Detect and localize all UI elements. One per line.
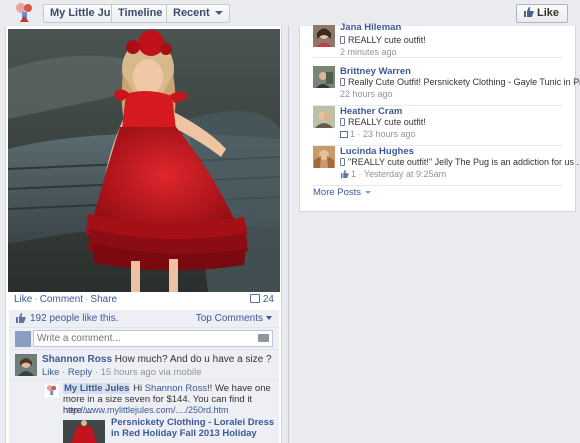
reply-author-name[interactable]: My Little Jules bbox=[63, 383, 131, 394]
feed-text: "REALLY cute outfit!" Jelly The Pug is a… bbox=[340, 157, 580, 167]
thumbs-up-icon bbox=[340, 170, 349, 178]
top-comments-label: Top Comments bbox=[195, 313, 263, 324]
shared-link-title[interactable]: Persnickety Clothing - Loralei Dress in … bbox=[111, 417, 277, 439]
chevron-down-icon bbox=[266, 316, 272, 321]
feed-text-value: Really Cute Outfit! Persnickety Clothing… bbox=[348, 77, 580, 87]
top-comments-dropdown[interactable]: Top Comments bbox=[196, 310, 272, 328]
avatar[interactable] bbox=[313, 66, 335, 88]
thumbs-up-icon bbox=[16, 313, 26, 323]
timeline-label: Timeline bbox=[118, 7, 163, 19]
action-separator: · bbox=[34, 294, 38, 305]
share-post-link[interactable]: Share bbox=[90, 294, 117, 305]
divider bbox=[313, 185, 563, 186]
feed-author[interactable]: Lucinda Hughes bbox=[340, 146, 414, 157]
action-separator: · bbox=[85, 294, 89, 305]
post-actions: Like · Comment · Share 24 bbox=[14, 294, 274, 308]
comment-post-link[interactable]: Comment bbox=[40, 294, 83, 305]
feed-meta: 1 · Yesterday at 9:25am bbox=[340, 169, 446, 179]
like-post-link[interactable]: Like bbox=[14, 294, 32, 305]
comment-icon bbox=[249, 294, 260, 303]
feed-item: Lucinda Hughes "REALLY cute outfit!" Jel… bbox=[300, 146, 580, 186]
recent-dropdown[interactable]: Recent bbox=[166, 4, 230, 23]
shared-link-thumbnail[interactable] bbox=[63, 420, 105, 443]
comment-icon bbox=[340, 131, 348, 138]
feed-text: REALLY cute outfit! bbox=[340, 117, 426, 127]
avatar[interactable] bbox=[313, 146, 335, 168]
comment-count[interactable]: 24 bbox=[249, 294, 274, 305]
comment-text: How much? And do u have a size ? bbox=[112, 354, 272, 365]
comment-input[interactable] bbox=[33, 330, 273, 347]
more-posts-link[interactable]: More Posts bbox=[313, 187, 372, 198]
post-photo[interactable] bbox=[8, 29, 280, 292]
avatar[interactable] bbox=[15, 354, 37, 376]
commenter-name[interactable]: Shannon Ross bbox=[42, 354, 112, 365]
avatar bbox=[15, 331, 31, 347]
feed-item: Heather Cram REALLY cute outfit! 1 · 23 … bbox=[300, 106, 577, 146]
comment-body: Shannon Ross How much? And do u have a s… bbox=[42, 354, 277, 365]
likes-count-link[interactable]: 192 people like this. bbox=[30, 313, 118, 324]
comment-timestamp: · 15 hours ago via mobile bbox=[92, 367, 202, 378]
feed-text-value: REALLY cute outfit! bbox=[348, 35, 426, 45]
feed-text: REALLY cute outfit! bbox=[340, 35, 426, 45]
like-page-button[interactable]: Like bbox=[515, 4, 568, 23]
comment-reply-link[interactable]: Reply bbox=[68, 367, 92, 378]
column-divider bbox=[288, 26, 289, 443]
attachment-icon bbox=[340, 158, 345, 166]
feed-meta: 22 hours ago bbox=[340, 89, 393, 99]
page-avatar[interactable] bbox=[45, 384, 59, 398]
likes-summary: 192 people like this. Top Comments bbox=[9, 310, 279, 328]
feed-meta: 2 minutes ago bbox=[340, 47, 397, 57]
feed-text-value: REALLY cute outfit! bbox=[348, 117, 426, 127]
reply-url-link[interactable]: http://www.mylittlejules.com/..../250rd.… bbox=[63, 405, 229, 415]
attachment-icon bbox=[340, 118, 345, 126]
feed-text-value: "REALLY cute outfit!" Jelly The Pug is a… bbox=[348, 157, 580, 167]
chevron-down-icon bbox=[214, 11, 223, 16]
page-toolbar: My Little Jules Timeline Recent Like bbox=[0, 0, 580, 26]
more-posts-label: More Posts bbox=[313, 187, 362, 198]
camera-icon[interactable] bbox=[258, 334, 269, 342]
avatar[interactable] bbox=[313, 25, 335, 47]
feed-item: Jana Hileman REALLY cute outfit! 2 minut… bbox=[300, 22, 577, 58]
attachment-icon bbox=[340, 78, 345, 86]
like-page-label: Like bbox=[536, 7, 559, 19]
feed-meta: 1 · 23 hours ago bbox=[340, 129, 416, 139]
comment-item: Shannon Ross How much? And do u have a s… bbox=[9, 350, 279, 380]
feed-text: Really Cute Outfit! Persnickety Clothing… bbox=[340, 77, 580, 87]
feed-timestamp: · 23 hours ago bbox=[355, 129, 416, 139]
comment-count-value: 24 bbox=[262, 294, 274, 305]
comment-meta: Like · Reply · 15 hours ago via mobile bbox=[42, 367, 202, 378]
feed-item: Brittney Warren Really Cute Outfit! Pers… bbox=[300, 66, 580, 106]
recent-label: Recent bbox=[173, 7, 210, 19]
write-comment-row bbox=[9, 328, 279, 350]
recent-posts-box: Jana Hileman REALLY cute outfit! 2 minut… bbox=[299, 22, 580, 212]
thumbs-up-icon bbox=[523, 7, 534, 17]
photo-post: Like · Comment · Share 24 192 people like th… bbox=[5, 26, 282, 443]
reply-text-before: Hi bbox=[130, 383, 145, 394]
comment-like-link[interactable]: Like bbox=[42, 367, 59, 378]
divider bbox=[313, 57, 563, 58]
feed-author[interactable]: Heather Cram bbox=[340, 106, 402, 117]
feed-author[interactable]: Brittney Warren bbox=[340, 66, 411, 77]
feed-author[interactable]: Jana Hileman bbox=[340, 22, 401, 33]
page-logo-icon[interactable] bbox=[13, 2, 37, 24]
chevron-down-icon bbox=[365, 190, 372, 194]
attachment-icon bbox=[340, 36, 345, 44]
mention-link[interactable]: Shannon Ross bbox=[145, 383, 207, 394]
reply-item: My Little Jules Hi Shannon Ross!! We hav… bbox=[9, 380, 279, 443]
feed-timestamp: · Yesterday at 9:25am bbox=[356, 169, 447, 179]
avatar[interactable] bbox=[313, 106, 335, 128]
girl-in-red-dress-photo bbox=[8, 29, 280, 292]
